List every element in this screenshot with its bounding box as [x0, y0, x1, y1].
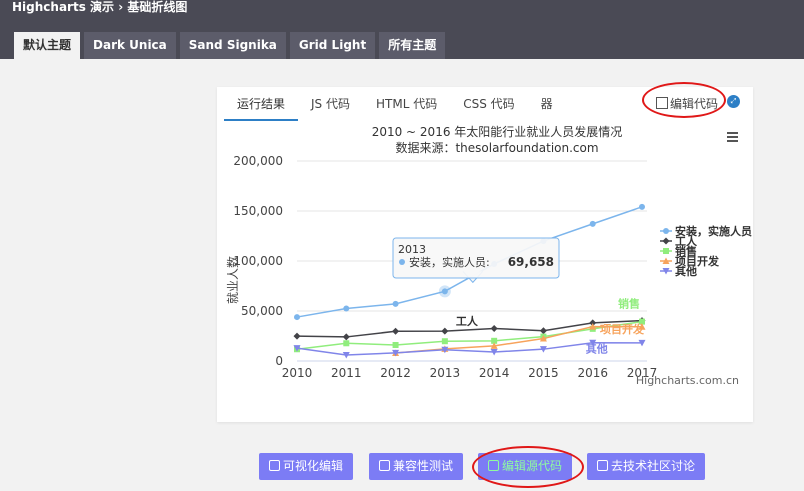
- tab-result[interactable]: 运行结果: [224, 87, 299, 121]
- compatibility-test-button[interactable]: 兼容性测试: [369, 453, 464, 480]
- y-tick-label: 150,000: [233, 204, 283, 218]
- data-label: 工人: [456, 314, 479, 328]
- edit-code-label: 编辑代码: [670, 97, 719, 111]
- data-point: [490, 325, 498, 333]
- y-tick-label: 50,000: [241, 304, 283, 318]
- tab-all-themes[interactable]: 所有主题: [379, 32, 446, 59]
- legend-label: 其他: [675, 264, 697, 278]
- x-tick-label: 2012: [380, 366, 411, 380]
- chart-credit[interactable]: Highcharts.com.cn: [636, 374, 739, 387]
- visual-edit-button[interactable]: 可视化编辑: [259, 453, 354, 480]
- tab-default-theme[interactable]: 默认主题: [14, 32, 81, 59]
- x-tick-label: 2016: [577, 366, 608, 380]
- page-title: Highcharts 演示 › 基础折线图: [12, 0, 188, 14]
- line-chart: 2010 ~ 2016 年太阳能行业就业人员发展情况 数据来源：thesolar…: [225, 124, 752, 387]
- chart-tooltip: 2013安装，实施人员: 69,658: [392, 237, 560, 298]
- x-tick-label: 2014: [479, 366, 510, 380]
- community-discuss-button[interactable]: 去技术社区讨论: [587, 453, 706, 480]
- y-tick-label: 100,000: [233, 254, 283, 268]
- data-label: 其他: [586, 342, 608, 356]
- data-point: [293, 332, 301, 340]
- x-tick-label: 2011: [331, 366, 362, 380]
- data-point: [441, 327, 449, 335]
- tooltip-series: 安装，实施人员:: [409, 255, 490, 269]
- y-tick-label: 200,000: [233, 154, 283, 168]
- data-point: [342, 333, 350, 341]
- legend-item[interactable]: 安装，实施人员: [660, 224, 752, 238]
- browser-icon: [379, 460, 390, 471]
- compatibility-test-label: 兼容性测试: [393, 459, 454, 473]
- data-point: [663, 228, 669, 234]
- theme-tabs: 默认主题 Dark Unica Sand Signika Grid Light …: [14, 32, 446, 59]
- data-point: [392, 327, 400, 335]
- data-point: [343, 340, 350, 347]
- legend-item[interactable]: 其他: [660, 264, 697, 278]
- tooltip-value: 69,658: [508, 255, 554, 269]
- tab-resources[interactable]: 器: [528, 87, 566, 121]
- chart-menu-icon[interactable]: [727, 132, 738, 142]
- tab-html-code[interactable]: HTML 代码: [363, 87, 450, 121]
- data-point: [392, 341, 399, 348]
- edit-icon: [488, 460, 499, 471]
- chart-title: 2010 ~ 2016 年太阳能行业就业人员发展情况: [372, 124, 623, 139]
- chart-subtitle: 数据来源：thesolarfoundation.com: [395, 140, 598, 155]
- tooltip-header: 2013: [398, 243, 426, 256]
- data-point: [589, 220, 596, 227]
- data-point: [392, 300, 399, 307]
- tooltip-bullet: [399, 259, 405, 265]
- community-discuss-label: 去技术社区讨论: [611, 459, 696, 473]
- data-label: 项目开发: [600, 322, 645, 336]
- data-label: 销售: [618, 297, 640, 311]
- data-point: [662, 237, 670, 245]
- panel-tabs: 运行结果 JS 代码 HTML 代码 CSS 代码 器: [224, 87, 566, 121]
- edit-source-label: 编辑源代码: [502, 459, 563, 473]
- data-point: [441, 338, 448, 345]
- x-tick-label: 2015: [528, 366, 559, 380]
- expand-icon[interactable]: ⤢: [727, 95, 740, 108]
- comments-icon: [597, 460, 608, 471]
- edit-icon: [656, 97, 668, 109]
- top-bar: Highcharts 演示 › 基础折线图 默认主题 Dark Unica Sa…: [0, 0, 804, 59]
- edit-source-button[interactable]: 编辑源代码: [478, 453, 573, 480]
- data-point: [294, 314, 300, 321]
- visual-edit-label: 可视化编辑: [283, 459, 344, 473]
- thumbs-up-icon: [269, 460, 280, 471]
- x-tick-label: 2010: [282, 366, 313, 380]
- tab-dark-unica[interactable]: Dark Unica: [84, 32, 176, 59]
- tab-sand-signika[interactable]: Sand Signika: [179, 32, 286, 59]
- tab-css-code[interactable]: CSS 代码: [450, 87, 527, 121]
- data-point: [539, 327, 547, 335]
- tab-grid-light[interactable]: Grid Light: [289, 32, 376, 59]
- tab-js-code[interactable]: JS 代码: [298, 87, 363, 121]
- edit-code-link[interactable]: 编辑代码: [656, 95, 718, 112]
- data-point: [663, 248, 669, 254]
- data-point: [639, 203, 645, 210]
- hover-halo: [438, 285, 451, 298]
- x-tick-label: 2013: [430, 366, 461, 380]
- data-point: [343, 305, 350, 312]
